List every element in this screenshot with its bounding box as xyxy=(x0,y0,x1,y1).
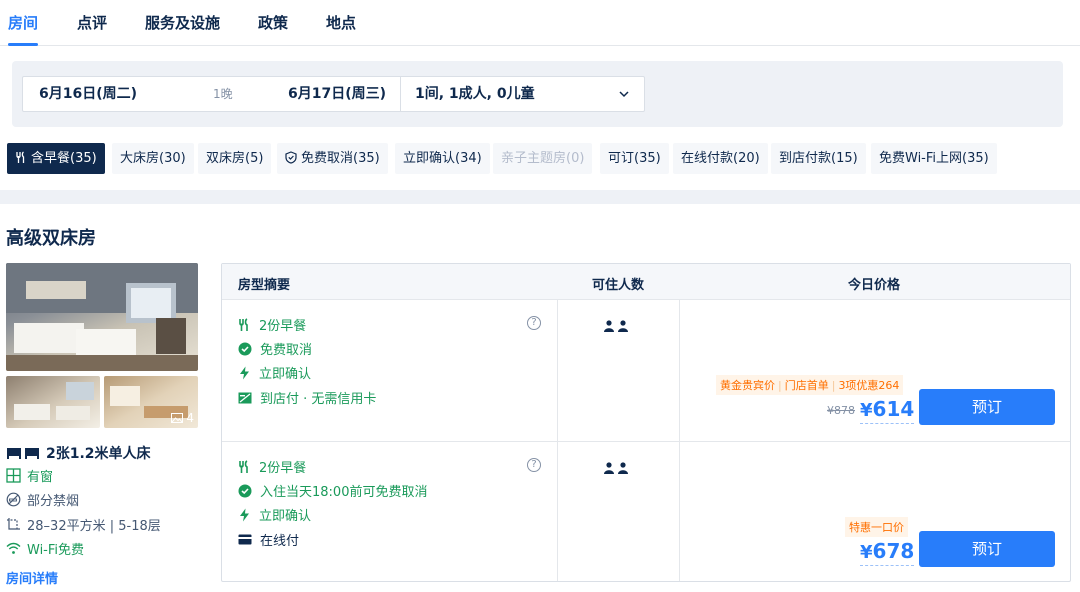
rate-payment: 在线付 xyxy=(238,530,299,549)
book-button[interactable]: 预订 xyxy=(919,389,1055,425)
nights-count: 1晚 xyxy=(213,87,233,101)
feature-area: 28–32平方米 | 5-18层 xyxy=(6,515,161,534)
help-icon[interactable]: ? xyxy=(527,316,541,330)
tab-facilities[interactable]: 服务及设施 xyxy=(145,12,220,46)
rate-instant-confirm: 立即确认 xyxy=(238,363,311,382)
filter-breakfast[interactable]: 含早餐(35) xyxy=(7,143,105,174)
rate-breakfast: 2份早餐 xyxy=(238,315,306,334)
feature-no-smoking: 部分禁烟 xyxy=(6,490,79,509)
checkin-date[interactable]: 6月16日(周二) xyxy=(39,77,137,111)
filter-queen-bed[interactable]: 大床房(30) xyxy=(112,143,194,174)
max-guests xyxy=(604,462,628,474)
rate-cancel-policy: 免费取消 xyxy=(238,339,312,358)
shield-check-icon xyxy=(285,151,297,164)
rate-table: 房型摘要 可住人数 今日价格 2份早餐 免费取消 立即确认 到店付 · 无需信用… xyxy=(221,263,1071,582)
search-panel: 6月16日(周二) 1晚 6月17日(周三) 1间, 1成人, 0儿童 xyxy=(12,61,1063,127)
area-icon xyxy=(7,518,20,531)
utensils-icon xyxy=(239,317,248,331)
room-title: 高级双床房 xyxy=(6,228,96,249)
chevron-down-icon[interactable] xyxy=(618,88,630,100)
room-photo-thumb-2[interactable]: 4 xyxy=(104,376,198,428)
bolt-icon xyxy=(240,366,249,379)
promo-tags: 黄金贵宾价 | 门店首单 | 3项优惠264 xyxy=(716,375,904,395)
date-occupancy-selector: 6月16日(周二) 1晚 6月17日(周三) 1间, 1成人, 0儿童 xyxy=(22,76,645,112)
filter-free-cancel[interactable]: 免费取消(35) xyxy=(277,143,388,174)
current-price: ¥678 xyxy=(860,539,915,566)
header-price: 今日价格 xyxy=(848,278,901,293)
filter-online-pay[interactable]: 在线付款(20) xyxy=(673,143,768,174)
room-photo-thumb-illustration xyxy=(14,382,94,420)
rate-cancel-policy: 入住当天18:00前可免费取消 xyxy=(238,481,427,500)
check-circle-icon xyxy=(238,342,252,355)
feature-window: 有窗 xyxy=(6,466,53,485)
filter-pay-at-hotel[interactable]: 到店付款(15) xyxy=(771,143,866,174)
tab-rooms[interactable]: 房间 xyxy=(8,12,39,46)
utensils-icon xyxy=(239,459,248,473)
tab-location[interactable]: 地点 xyxy=(326,12,356,46)
feature-wifi: Wi-Fi免费 xyxy=(6,539,84,558)
promo-tags: 特惠一口价 xyxy=(845,517,908,537)
bolt-icon xyxy=(240,508,249,521)
room-details-link[interactable]: 房间详情 xyxy=(6,568,58,587)
filter-family-theme: 亲子主题房(0) xyxy=(493,143,593,174)
pay-at-hotel-icon xyxy=(238,392,252,403)
person-icon xyxy=(618,462,628,474)
room-photo-main[interactable] xyxy=(6,263,198,371)
person-icon xyxy=(604,462,614,474)
book-button[interactable]: 预订 xyxy=(919,531,1055,567)
filter-instant-confirm[interactable]: 立即确认(34) xyxy=(395,143,490,174)
tab-reviews[interactable]: 点评 xyxy=(77,12,107,46)
help-icon[interactable]: ? xyxy=(527,458,541,472)
image-icon xyxy=(171,413,184,423)
twin-bed-icon xyxy=(7,448,39,459)
rate-payment: 到店付 · 无需信用卡 xyxy=(238,388,376,407)
no-smoking-icon xyxy=(6,492,21,507)
window-icon xyxy=(6,468,21,483)
max-guests xyxy=(604,320,628,332)
header-summary: 房型摘要 xyxy=(238,278,291,293)
filter-twin-bed[interactable]: 双床房(5) xyxy=(198,143,272,174)
table-header: 房型摘要 可住人数 今日价格 xyxy=(222,264,1070,300)
rate-instant-confirm: 立即确认 xyxy=(238,505,311,524)
original-price: ¥878 xyxy=(827,404,855,417)
current-price: ¥614 xyxy=(860,397,915,424)
photo-count: 4 xyxy=(171,411,194,425)
wifi-icon xyxy=(6,542,21,554)
room-photo-thumb-1[interactable] xyxy=(6,376,100,428)
card-icon xyxy=(238,534,252,545)
rate-breakfast: 2份早餐 xyxy=(238,457,306,476)
row-divider xyxy=(222,441,1070,442)
bed-type: 2张1.2米单人床 xyxy=(6,443,151,463)
person-icon xyxy=(618,320,628,332)
tab-policies[interactable]: 政策 xyxy=(258,12,288,46)
section-divider xyxy=(0,190,1080,204)
check-circle-icon xyxy=(238,484,252,497)
filter-available[interactable]: 可订(35) xyxy=(600,143,669,174)
tab-bar: 房间 点评 服务及设施 政策 地点 xyxy=(0,0,1080,46)
filter-free-wifi[interactable]: 免费Wi-Fi上网(35) xyxy=(871,143,997,174)
checkout-date[interactable]: 6月17日(周三) xyxy=(288,77,386,111)
person-icon xyxy=(604,320,614,332)
occupancy-selector[interactable]: 1间, 1成人, 0儿童 xyxy=(415,77,535,111)
divider xyxy=(400,77,401,111)
room-photo-illustration xyxy=(6,263,198,371)
utensils-icon xyxy=(16,151,25,163)
header-occupancy: 可住人数 xyxy=(592,278,645,293)
